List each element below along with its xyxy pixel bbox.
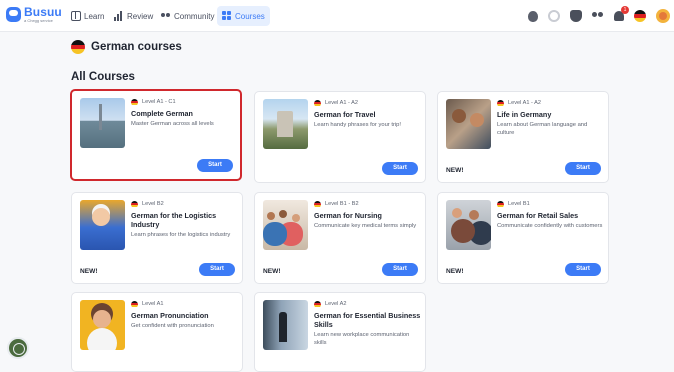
nav-learn-label: Learn	[84, 11, 105, 21]
course-title: German for the Logistics Industry	[131, 211, 217, 229]
course-level: Level A2	[325, 301, 347, 307]
brand-tagline: a Chegg service	[24, 18, 53, 23]
course-level: Level A1	[142, 301, 164, 307]
german-flag-icon	[314, 99, 321, 107]
course-description: Master German across all levels	[131, 121, 214, 127]
busuu-logo[interactable]: Busuu a Chegg service	[6, 5, 62, 27]
start-button[interactable]: Start	[197, 159, 233, 172]
book-icon	[71, 11, 81, 21]
course-title: German Pronunciation	[131, 311, 209, 320]
german-flag-icon	[71, 40, 85, 54]
course-card-life-in-germany[interactable]: Level A1 - A2 Life in Germany Learn abou…	[437, 91, 609, 183]
course-title: German for Retail Sales	[497, 211, 579, 220]
german-flag-icon	[131, 200, 138, 208]
german-flag-icon	[131, 98, 138, 106]
new-badge: NEW!	[263, 268, 281, 275]
course-thumbnail	[80, 98, 125, 148]
start-button[interactable]: Start	[565, 263, 601, 276]
nav-review[interactable]: Review	[109, 6, 158, 26]
start-button[interactable]: Start	[199, 263, 235, 276]
start-button[interactable]: Start	[565, 162, 601, 175]
community-icon	[161, 11, 171, 21]
course-title: German for Nursing	[314, 211, 382, 220]
section-title: All Courses	[71, 71, 135, 83]
course-title: Complete German	[131, 109, 193, 118]
german-flag-icon	[314, 200, 321, 208]
nav-learn[interactable]: Learn	[66, 6, 109, 26]
course-description: Communicate key medical terms simply	[314, 223, 417, 229]
course-thumbnail	[80, 300, 125, 350]
course-card-retail-sales[interactable]: Level B1 German for Retail Sales Communi…	[437, 192, 609, 284]
course-card-german-for-travel[interactable]: Level A1 - A2 German for Travel Learn ha…	[254, 91, 426, 183]
page-title-text: German courses	[91, 41, 182, 53]
courses-icon	[222, 11, 232, 21]
course-card-business-skills[interactable]: Level A2 German for Essential Business S…	[254, 292, 426, 372]
german-flag-icon	[497, 200, 504, 208]
notification-count-badge: 1	[621, 6, 629, 14]
brand-name: Busuu	[24, 5, 62, 19]
notifications-bell-icon[interactable]: 1	[614, 6, 629, 21]
bar-chart-icon	[114, 11, 124, 21]
course-thumbnail	[263, 300, 308, 350]
start-button[interactable]: Start	[382, 263, 418, 276]
nav-community[interactable]: Community	[156, 6, 219, 26]
nav-community-label: Community	[174, 11, 215, 21]
new-badge: NEW!	[446, 167, 464, 174]
course-level: Level B2	[142, 201, 164, 207]
german-flag-icon	[131, 300, 138, 308]
course-description: Learn about German language and culture	[497, 122, 588, 136]
course-level: Level A1 - C1	[142, 99, 176, 105]
new-badge: NEW!	[446, 268, 464, 275]
nav-courses[interactable]: Courses	[217, 6, 270, 26]
top-navigation-bar: Busuu a Chegg service Learn Review Commu…	[0, 0, 674, 32]
course-card-pronunciation[interactable]: Level A1 German Pronunciation Get confid…	[71, 292, 243, 372]
course-title: German for Travel	[314, 110, 376, 119]
course-thumbnail	[263, 200, 308, 250]
course-description: Communicate confidently with customers	[497, 223, 603, 229]
course-level: Level B1	[508, 201, 530, 207]
course-description: Get confident with pronunciation	[131, 323, 214, 329]
course-description: Learn new workplace communication skills	[314, 332, 410, 346]
course-description: Learn phrases for the logistics industry	[131, 232, 231, 238]
busuu-logo-icon	[6, 7, 21, 22]
course-description: Learn handy phrases for your trip!	[314, 122, 402, 128]
course-title: Life in Germany	[497, 110, 552, 119]
daily-goal-ring-icon[interactable]	[548, 10, 560, 22]
start-button[interactable]: Start	[382, 162, 418, 175]
shield-icon[interactable]	[570, 10, 582, 22]
course-card-nursing[interactable]: Level B1 - B2 German for Nursing Communi…	[254, 192, 426, 284]
course-thumbnail	[446, 200, 491, 250]
cookie-settings-button[interactable]	[7, 337, 29, 359]
header-actions: 1	[528, 6, 670, 24]
german-flag-language-icon[interactable]	[634, 10, 646, 22]
friends-icon[interactable]	[592, 10, 604, 22]
course-thumbnail	[446, 99, 491, 149]
nav-review-label: Review	[127, 11, 154, 21]
page-title: German courses	[71, 40, 182, 54]
course-thumbnail	[263, 99, 308, 149]
course-card-complete-german[interactable]: Level A1 - C1 Complete German Master Ger…	[70, 89, 242, 181]
course-card-logistics[interactable]: Level B2 German for the Logistics Indust…	[71, 192, 243, 284]
new-badge: NEW!	[80, 268, 98, 275]
nav-courses-label: Courses	[235, 11, 265, 21]
course-thumbnail	[80, 200, 125, 250]
german-flag-icon	[314, 300, 321, 308]
german-flag-icon	[497, 99, 504, 107]
course-level: Level B1 - B2	[325, 201, 359, 207]
course-title: German for Essential Business Skills	[314, 311, 421, 329]
course-level: Level A1 - A2	[325, 100, 358, 106]
course-level: Level A1 - A2	[508, 100, 541, 106]
streak-flame-icon[interactable]	[528, 10, 538, 22]
user-avatar[interactable]	[656, 9, 670, 23]
